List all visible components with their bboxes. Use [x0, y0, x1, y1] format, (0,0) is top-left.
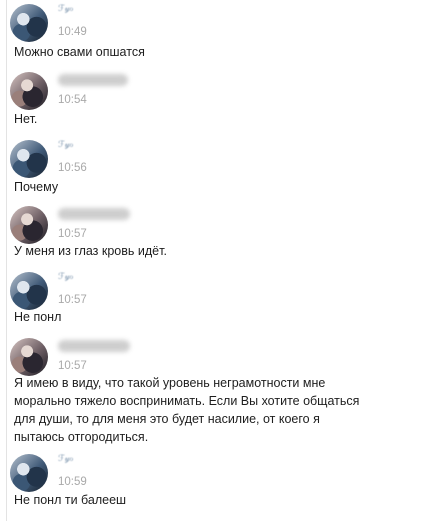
message-time[interactable]: 10:57 [58, 228, 87, 240]
avatar[interactable] [10, 72, 48, 110]
message-item: ℱ𝓎ℴ 10:49 Можно свами опшатся [0, 4, 428, 66]
message-item: ℱ𝓎ℴ 10:59 Не понл ти балееш [0, 454, 428, 514]
author-name-redacted[interactable] [58, 340, 130, 352]
avatar[interactable] [10, 206, 48, 244]
message-text: Не понл ти балееш [14, 493, 127, 507]
message-text: Нет. [14, 112, 38, 126]
avatar[interactable] [10, 140, 48, 178]
message-time[interactable]: 10:49 [58, 26, 87, 38]
avatar[interactable] [10, 272, 48, 310]
message-item: 10:54 Нет. [0, 72, 428, 128]
author-name[interactable]: ℱ𝓎ℴ [58, 140, 82, 154]
message-item: 10:57 У меня из глаз кровь идёт. [0, 206, 428, 262]
author-name[interactable]: ℱ𝓎ℴ [58, 272, 82, 286]
message-text: Почему [14, 180, 59, 194]
author-name-redacted[interactable] [58, 208, 130, 220]
author-name[interactable]: ℱ𝓎ℴ [58, 454, 82, 468]
message-text: У меня из глаз кровь идёт. [14, 244, 167, 258]
message-time[interactable]: 10:57 [58, 294, 87, 306]
avatar[interactable] [10, 454, 48, 492]
message-time[interactable]: 10:59 [58, 476, 87, 488]
message-text: Не понл [14, 310, 62, 324]
message-item: ℱ𝓎ℴ 10:56 Почему [0, 140, 428, 196]
message-time[interactable]: 10:56 [58, 162, 87, 174]
message-text: Можно свами опшатся [14, 45, 145, 59]
avatar[interactable] [10, 4, 48, 42]
message-time[interactable]: 10:57 [58, 360, 87, 372]
avatar[interactable] [10, 338, 48, 376]
message-time[interactable]: 10:54 [58, 94, 87, 106]
message-text: Я имею в виду, что такой уровень неграмо… [14, 376, 360, 444]
message-item: 10:57 Я имею в виду, что такой уровень н… [0, 338, 428, 448]
author-name-redacted[interactable] [58, 74, 128, 86]
author-name[interactable]: ℱ𝓎ℴ [58, 4, 82, 18]
message-item: ℱ𝓎ℴ 10:57 Не понл [0, 272, 428, 328]
